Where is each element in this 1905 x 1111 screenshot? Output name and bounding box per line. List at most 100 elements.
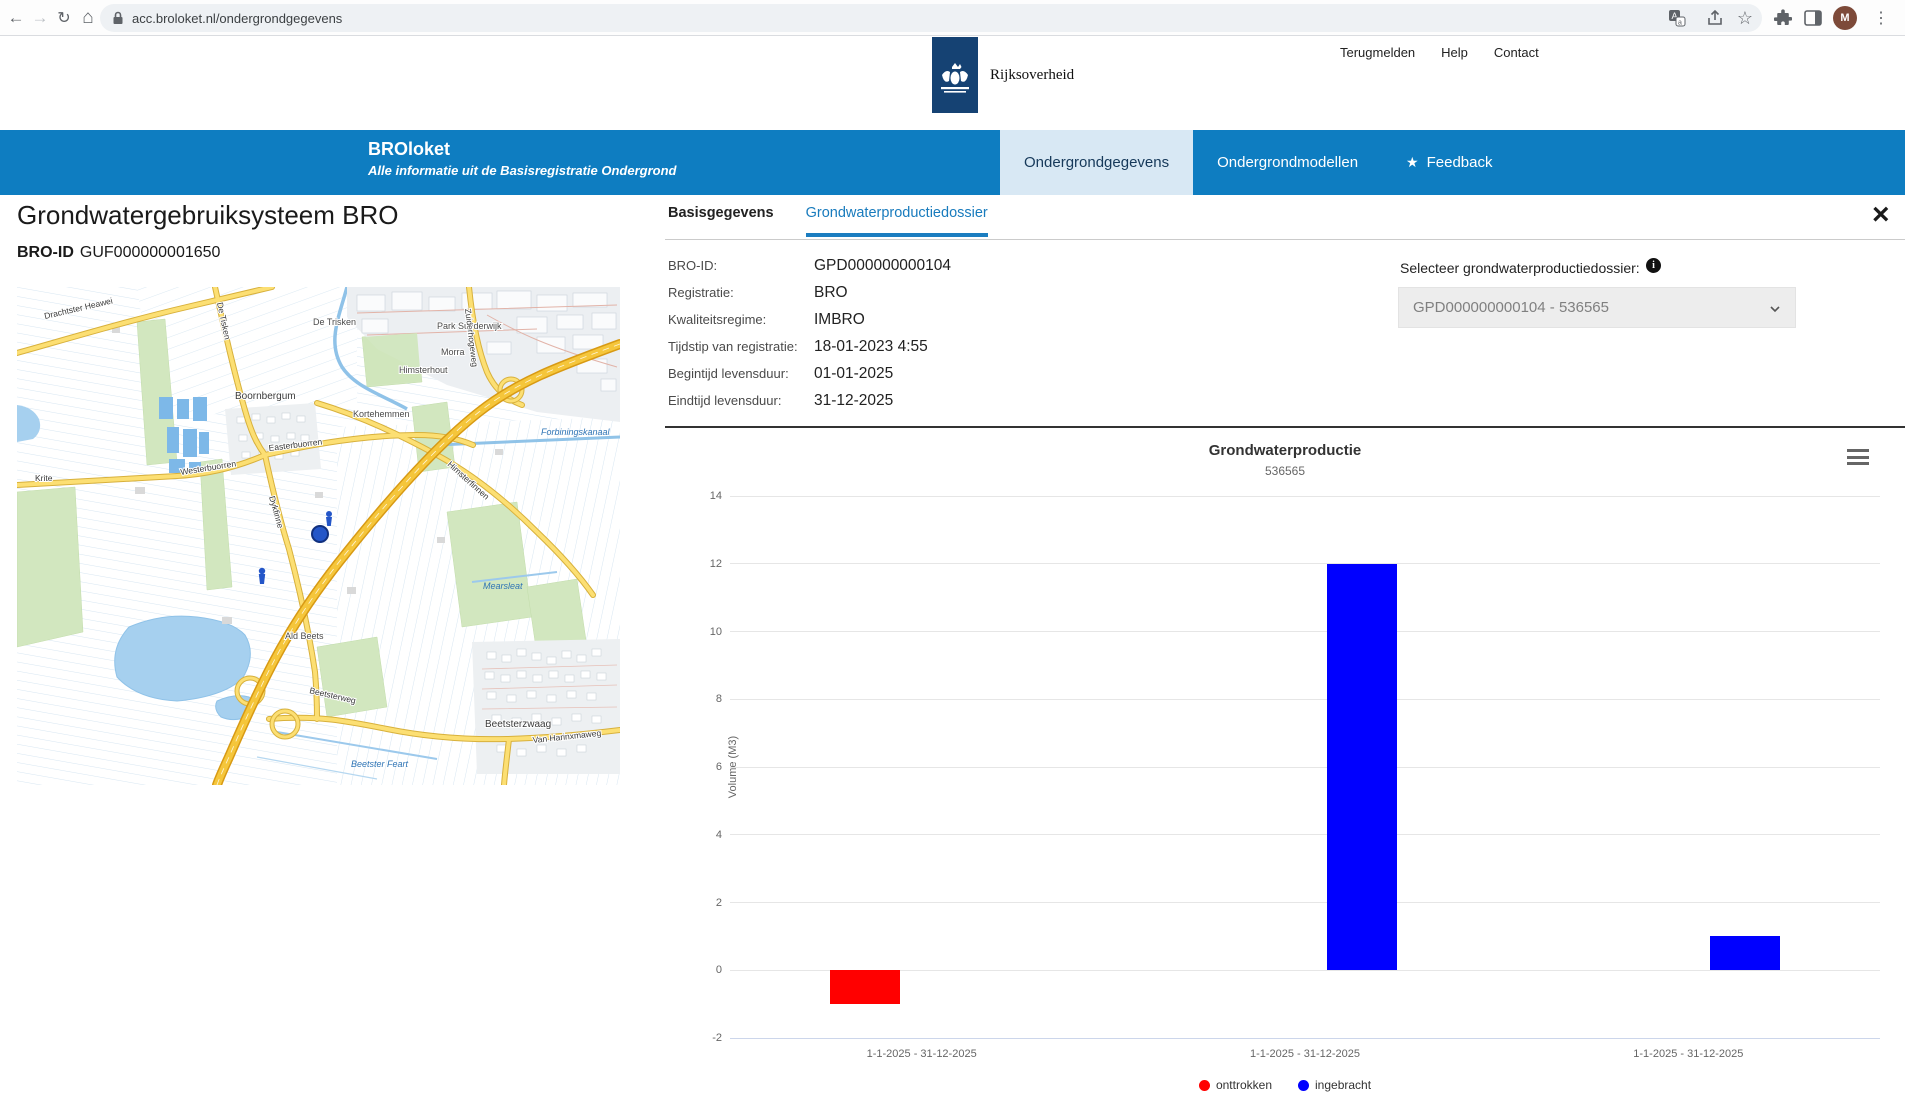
- field-row: Eindtijd levensduur:31-12-2025: [668, 387, 951, 414]
- chart-gridline: [730, 834, 1880, 835]
- home-icon[interactable]: ⌂: [74, 4, 102, 32]
- y-axis-tick-label: 0: [690, 964, 722, 976]
- map-label-town: Beetsterzwaag: [485, 719, 551, 730]
- rijksoverheid-wordmark: Rijksoverheid: [990, 67, 1074, 84]
- bar-ingebracht[interactable]: [1327, 564, 1397, 971]
- main-navbar: BROloket Alle informatie uit de Basisreg…: [0, 130, 1905, 195]
- chart-gridline: [730, 970, 1880, 971]
- legend-marker-icon: [1298, 1080, 1309, 1091]
- url-bar[interactable]: acc.broloket.nl/ondergrondgegevens: [100, 4, 1762, 32]
- navbar-tabs: Ondergrondgegevens Ondergrondmodellen ★ F…: [1000, 130, 1516, 195]
- dossier-select-label: Selecteer grondwaterproductiedossier:: [1400, 260, 1640, 276]
- map-label-water: Beetster Feart: [351, 759, 409, 769]
- tab-feedback[interactable]: ★ Feedback: [1382, 130, 1516, 195]
- chart-gridline: [730, 563, 1880, 564]
- map-label-area: Himsterhout: [399, 365, 448, 375]
- link-terugmelden[interactable]: Terugmelden: [1340, 45, 1415, 60]
- chart-gridline: [730, 699, 1880, 700]
- dossier-fields: BRO-ID:GPD000000000104 Registratie:BRO K…: [668, 252, 951, 414]
- page-title: Grondwatergebruiksysteem BRO: [17, 200, 398, 231]
- map-label-area: Morra: [441, 347, 465, 357]
- translate-icon[interactable]: Aa: [1664, 5, 1690, 31]
- browser-toolbar: ← → ↻ ⌂ acc.broloket.nl/ondergrondgegeve…: [0, 0, 1905, 36]
- field-label: Registratie:: [668, 285, 814, 300]
- map-label-water: Forbiningskanaal: [541, 427, 611, 437]
- field-row: Tijdstip van registratie:18-01-2023 4:55: [668, 333, 951, 360]
- field-label: Begintijd levensduur:: [668, 366, 814, 381]
- field-value: GPD000000000104: [814, 257, 951, 275]
- tab-ondergrondgegevens[interactable]: Ondergrondgegevens: [1000, 130, 1193, 195]
- info-icon[interactable]: i: [1646, 258, 1661, 273]
- chart-subtitle: 536565: [665, 464, 1905, 478]
- profile-avatar[interactable]: M: [1833, 6, 1857, 30]
- chart-plot-area: Volume (M3) -2024681012141-1-2025 - 31-1…: [730, 496, 1880, 1038]
- map-label-town: Boornbergum: [235, 391, 296, 402]
- map-marker-pin[interactable]: [259, 568, 265, 584]
- tab-label: Ondergrondmodellen: [1217, 154, 1358, 171]
- link-contact[interactable]: Contact: [1494, 45, 1539, 60]
- close-icon[interactable]: ×: [1872, 200, 1890, 230]
- legend-label: onttrokken: [1216, 1078, 1272, 1092]
- tab-basisgegevens[interactable]: Basisgegevens: [668, 205, 774, 237]
- chart-legend: onttrokken ingebracht: [665, 1078, 1905, 1092]
- rijksoverheid-emblem-icon: [932, 37, 978, 113]
- y-axis-tick-label: 8: [690, 693, 722, 705]
- bro-id-line: BRO-IDGUF000000001650: [17, 244, 220, 262]
- feedback-star-icon: ★: [1406, 154, 1419, 171]
- legend-label: ingebracht: [1315, 1078, 1371, 1092]
- chart-gridline: [730, 631, 1880, 632]
- brand-tagline: Alle informatie uit de Basisregistratie …: [368, 163, 676, 178]
- chart-menu-icon[interactable]: [1845, 446, 1871, 468]
- chevron-down-icon: [1769, 303, 1781, 315]
- x-axis-category-label: 1-1-2025 - 31-12-2025: [1215, 1048, 1395, 1060]
- panel-separator: [665, 239, 1905, 240]
- y-axis-tick-label: 12: [690, 558, 722, 570]
- map-label-water: Mearsleat: [483, 581, 523, 591]
- field-row: BRO-ID:GPD000000000104: [668, 252, 951, 279]
- x-axis-category-label: 1-1-2025 - 31-12-2025: [1598, 1048, 1778, 1060]
- map-urban-beetsterzwaag: [472, 639, 620, 774]
- share-icon[interactable]: [1702, 5, 1728, 31]
- brand-name: BROloket: [368, 139, 676, 160]
- y-axis-tick-label: 14: [690, 490, 722, 502]
- tab-ondergrondmodellen[interactable]: Ondergrondmodellen: [1193, 130, 1382, 195]
- brand-home-link[interactable]: BROloket Alle informatie uit de Basisreg…: [368, 139, 676, 178]
- side-panel-icon[interactable]: [1800, 5, 1826, 31]
- legend-item-onttrokken[interactable]: onttrokken: [1199, 1078, 1272, 1092]
- grondwaterproductie-chart: Grondwaterproductie 536565 Volume (M3) -…: [665, 430, 1905, 1111]
- field-label: Tijdstip van registratie:: [668, 339, 814, 354]
- legend-item-ingebracht[interactable]: ingebracht: [1298, 1078, 1371, 1092]
- x-axis-line: [730, 1038, 1880, 1039]
- y-axis-tick-label: 4: [690, 829, 722, 841]
- url-text: acc.broloket.nl/ondergrondgegevens: [132, 11, 342, 26]
- field-value: BRO: [814, 284, 848, 302]
- field-value: 31-12-2025: [814, 392, 893, 410]
- tab-grondwaterproductiedossier[interactable]: Grondwaterproductiedossier: [806, 205, 988, 237]
- dossier-select[interactable]: GPD000000000104 - 536565: [1398, 287, 1796, 328]
- tab-label: Ondergrondgegevens: [1024, 154, 1169, 171]
- map-label-road: Krite: [35, 473, 53, 483]
- svg-text:a: a: [1678, 20, 1682, 27]
- chart-gridline: [730, 767, 1880, 768]
- extensions-icon[interactable]: [1770, 5, 1796, 31]
- rijksoverheid-logo[interactable]: [932, 37, 978, 113]
- field-row: Begintijd levensduur:01-01-2025: [668, 360, 951, 387]
- field-label: BRO-ID:: [668, 258, 814, 273]
- dossier-select-value: GPD000000000104 - 536565: [1413, 299, 1609, 316]
- section-divider: [665, 426, 1905, 428]
- location-map[interactable]: Drachtster Heawei De Tisken De Trisken P…: [17, 287, 620, 785]
- bookmark-star-icon[interactable]: ☆: [1732, 5, 1758, 31]
- field-row: Kwaliteitsregime:IMBRO: [668, 306, 951, 333]
- bar-ingebracht[interactable]: [1710, 936, 1780, 970]
- link-help[interactable]: Help: [1441, 45, 1468, 60]
- field-value: IMBRO: [814, 311, 865, 329]
- tab-label: Feedback: [1427, 154, 1493, 171]
- browser-menu-icon[interactable]: ⋮: [1868, 5, 1894, 31]
- bro-id-value: GUF000000001650: [80, 244, 221, 261]
- field-label: Kwaliteitsregime:: [668, 312, 814, 327]
- panel-tabs: Basisgegevens Grondwaterproductiedossier: [668, 205, 988, 237]
- chart-gridline: [730, 902, 1880, 903]
- bar-onttrokken[interactable]: [830, 970, 900, 1004]
- field-label: Eindtijd levensduur:: [668, 393, 814, 408]
- chart-title: Grondwaterproductie: [665, 442, 1905, 459]
